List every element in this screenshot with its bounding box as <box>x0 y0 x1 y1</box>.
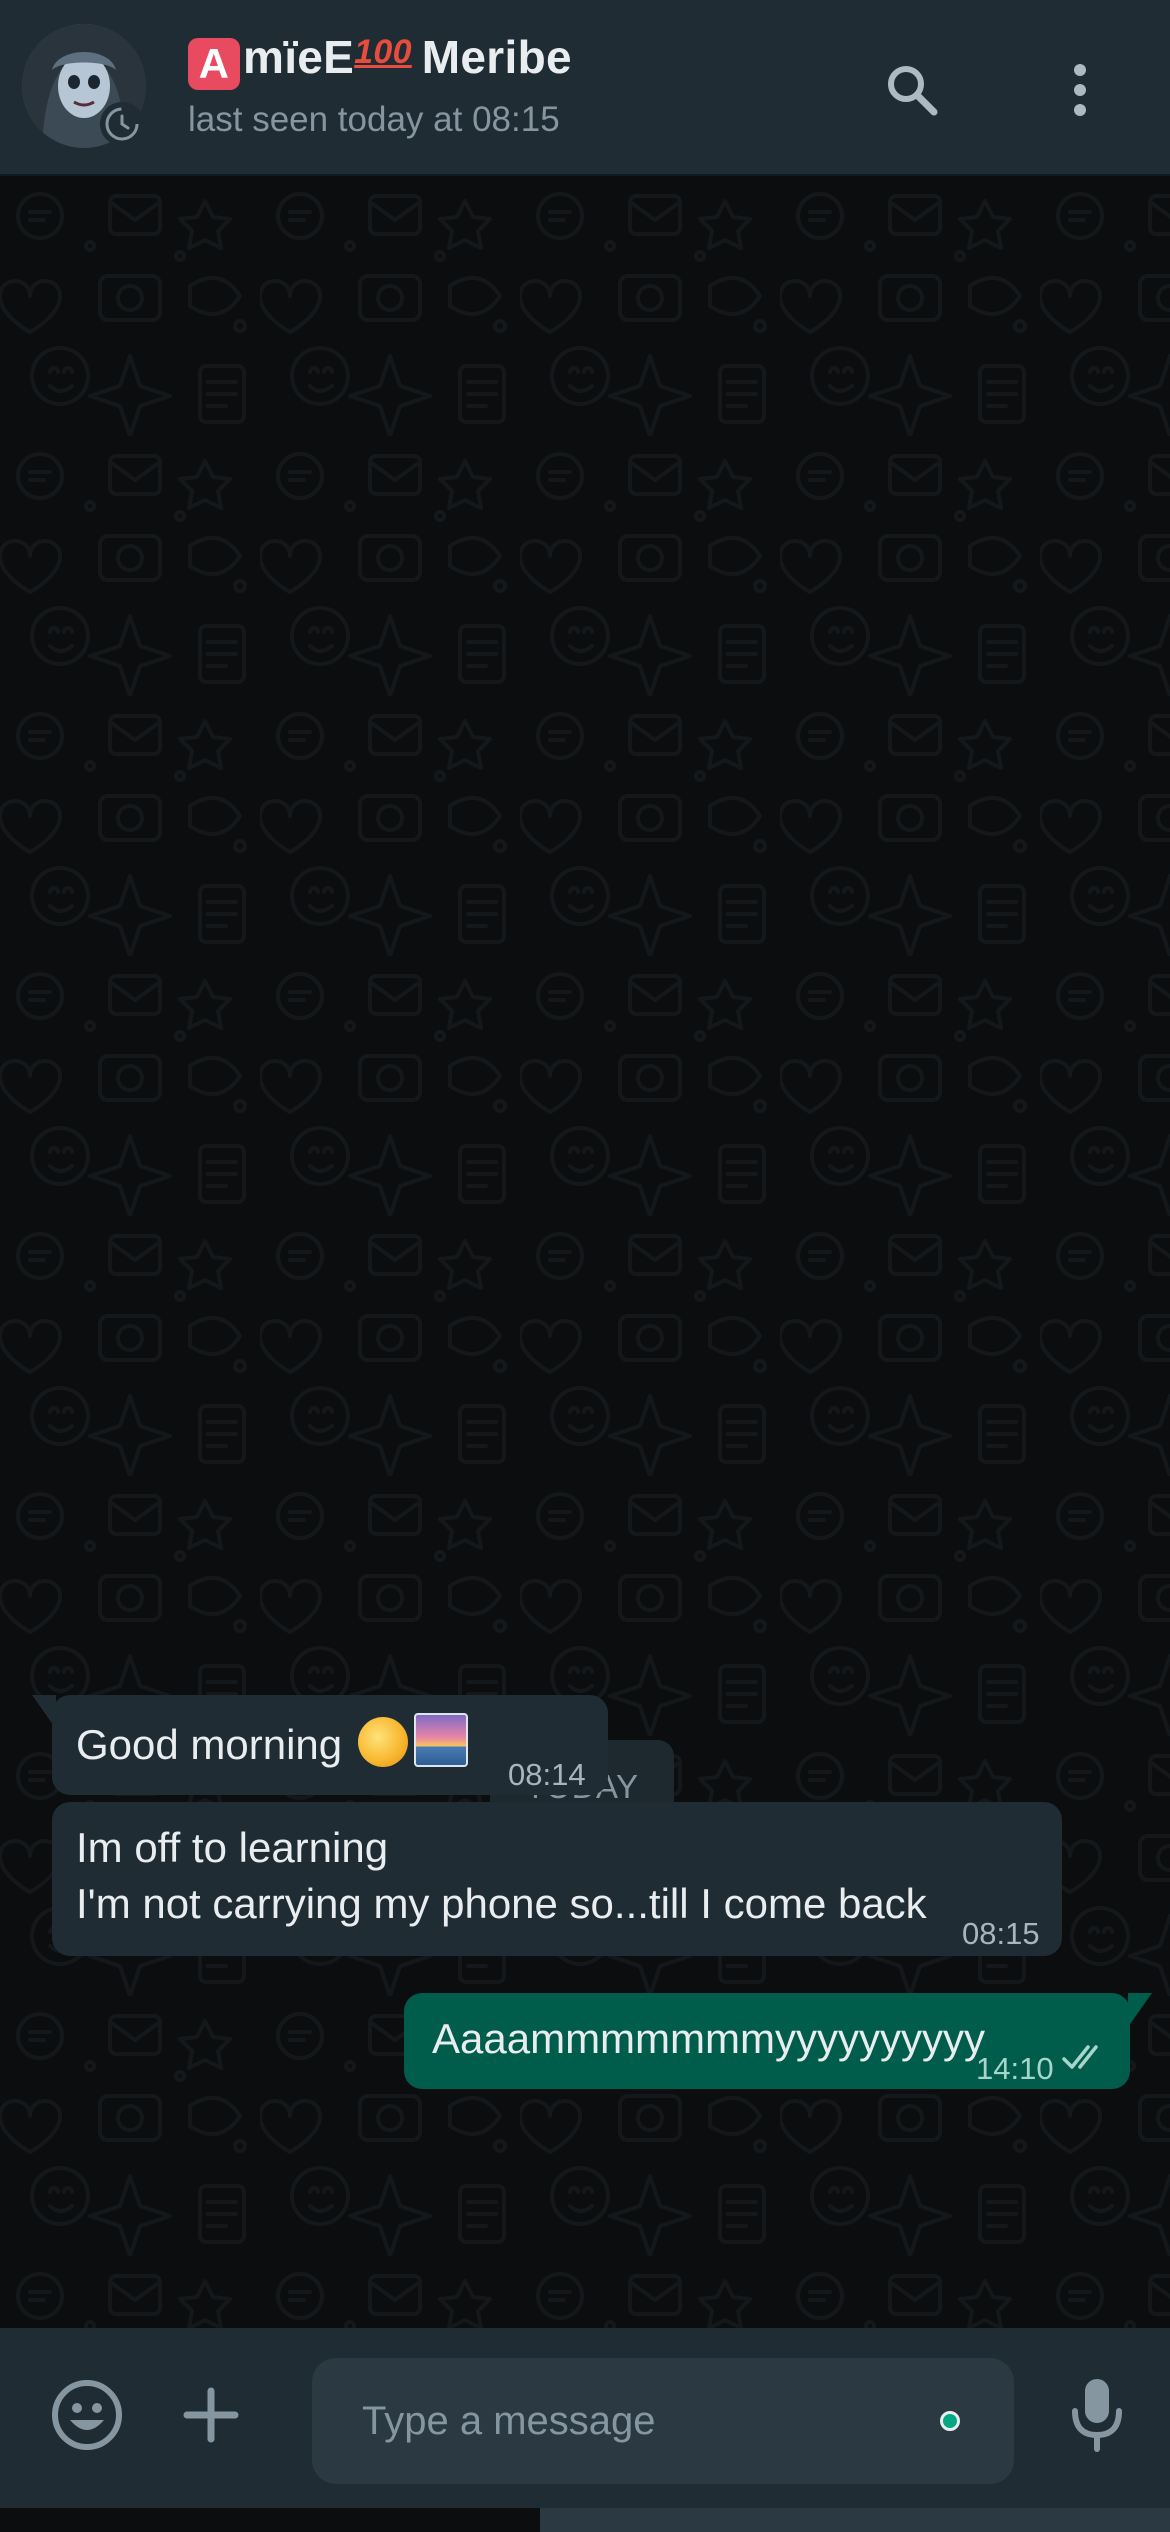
sunrise-emoji <box>414 1713 469 1767</box>
read-double-check-icon <box>1062 2045 1098 2069</box>
message-input-bar <box>0 2328 1170 2508</box>
message-text-line-1: Im off to learning <box>76 1824 389 1871</box>
message-time: 08:14 <box>508 1757 586 1792</box>
emoji-icon <box>52 2380 122 2450</box>
contact-name[interactable]: AmïeE100 Meribe <box>188 30 572 90</box>
message-text-line-2: I'm not carrying my phone so...till I co… <box>76 1880 927 1927</box>
contact-name-part2: Meribe <box>421 31 572 83</box>
attach-button[interactable] <box>166 2370 256 2460</box>
message-time: 08:15 <box>962 1916 1040 1951</box>
attach-plus-icon <box>183 2387 239 2443</box>
chat-header: AmïeE100 Meribe last seen today at 08:15 <box>0 0 1170 176</box>
more-vert-icon <box>1074 64 1086 116</box>
mic-icon <box>1072 2379 1122 2452</box>
message-text: Aaaammmmmmmyyyyyyyyyy <box>432 2015 985 2062</box>
message-input[interactable] <box>312 2358 1014 2484</box>
message-text: Good morning <box>76 1713 469 1773</box>
last-seen-status: last seen today at 08:15 <box>188 100 560 139</box>
status-timer-icon <box>100 102 144 146</box>
contact-name-part1: mïeE <box>243 31 355 83</box>
system-nav-handle[interactable] <box>540 2508 1170 2532</box>
contact-name-badge: A <box>188 38 240 90</box>
input-status-dot <box>940 2411 960 2431</box>
message-bubble-incoming[interactable]: Im off to learning I'm not carrying my p… <box>52 1802 1062 1956</box>
emoji-button[interactable] <box>42 2370 132 2460</box>
voice-message-button[interactable] <box>1052 2370 1142 2460</box>
more-options-button[interactable] <box>1040 50 1120 130</box>
search-button[interactable] <box>872 50 952 130</box>
sun-face-emoji <box>358 1717 409 1767</box>
hundred-points-emoji: 100 <box>354 33 412 71</box>
message-time: 14:10 <box>976 2051 1054 2086</box>
message-bubble-incoming[interactable]: Good morning 08:14 <box>52 1695 608 1795</box>
message-bubble-outgoing[interactable]: Aaaammmmmmmyyyyyyyyyy 14:10 <box>404 1993 1130 2089</box>
search-icon <box>888 66 938 116</box>
bubble-tail <box>1128 1993 1152 2027</box>
